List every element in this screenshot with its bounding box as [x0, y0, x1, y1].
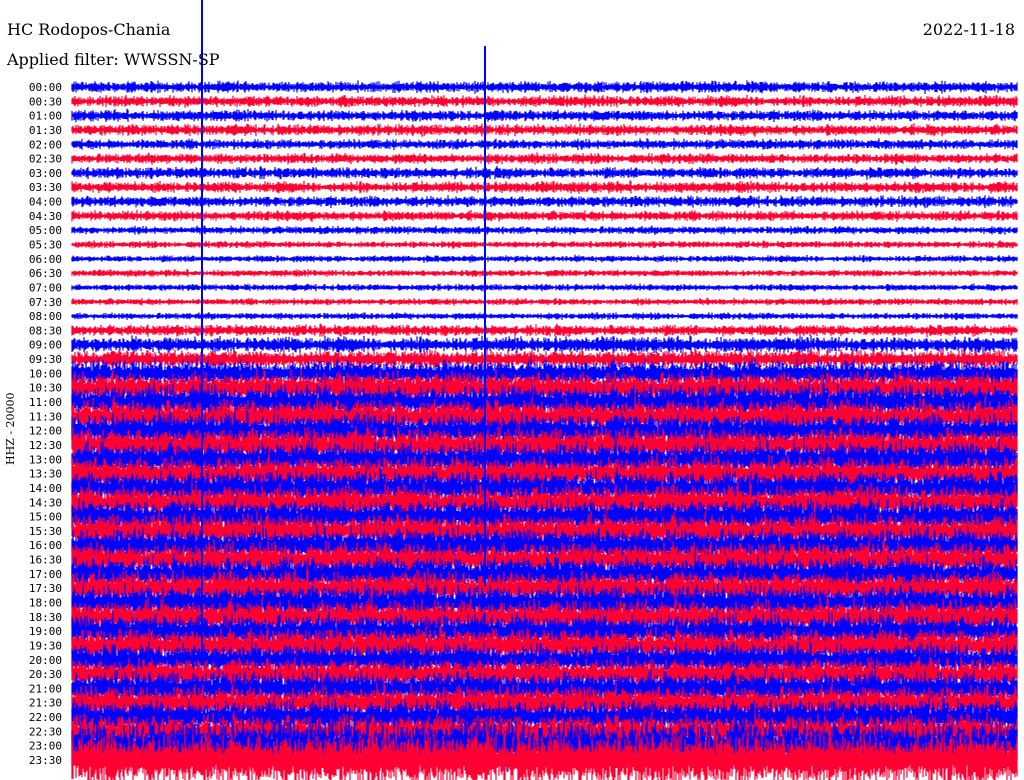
row-label: 08:30	[29, 324, 62, 337]
row-label: 10:00	[29, 367, 62, 380]
trace-0830	[71, 323, 1018, 338]
trace-0600	[71, 254, 1018, 263]
row-label: 17:00	[29, 568, 62, 581]
seismogram-plot: 00:0000:30 01:0001:3002:00 02:3003:0003:30…	[29, 0, 1018, 780]
row-label: 20:00	[29, 654, 62, 667]
trace-0630	[71, 269, 1018, 278]
row-label: 20:30	[29, 668, 62, 681]
row-label: 01:00	[29, 110, 62, 123]
row-label: 10:30	[29, 382, 62, 395]
date-label: 2022-11-18	[922, 20, 1015, 39]
row-label: 21:30	[29, 697, 62, 710]
row-label: 14:30	[29, 496, 62, 509]
row-label: 13:00	[29, 453, 62, 466]
row-label: 13:30	[29, 468, 62, 481]
row-label: 00:00	[29, 81, 62, 94]
row-label: 23:00	[29, 740, 62, 753]
y-axis-label: HHZ - 20000	[4, 392, 17, 465]
trace-0700	[71, 283, 1018, 292]
row-label: 06:30	[29, 267, 62, 280]
trace-0500	[71, 225, 1018, 235]
trace-0100	[71, 108, 1018, 123]
row-label: 06:00	[29, 253, 62, 266]
row-label: 16:30	[29, 554, 62, 567]
trace-0300	[71, 166, 1018, 180]
row-label: 15:30	[29, 525, 62, 538]
row-label: 16:00	[29, 539, 62, 552]
row-label: 22:30	[29, 725, 62, 738]
row-label: 11:00	[29, 396, 62, 409]
station-title: HC Rodopos-Chania	[7, 20, 171, 39]
row-label: 18:30	[29, 611, 62, 624]
row-label: 14:00	[29, 482, 62, 495]
row-label: 02:00	[29, 138, 62, 151]
row-label: 19:00	[29, 625, 62, 638]
row-label: 03:00	[29, 167, 62, 180]
trace-0130	[71, 123, 1018, 137]
row-label: 23:30	[29, 754, 62, 767]
row-label: 21:00	[29, 682, 62, 695]
row-label: 11:30	[29, 410, 62, 423]
trace-0430	[71, 209, 1018, 222]
row-label: 07:30	[29, 296, 62, 309]
trace-0230	[71, 152, 1018, 165]
trace-0730	[71, 297, 1018, 306]
trace-0000	[71, 80, 1018, 94]
row-label: 01:30	[29, 124, 62, 137]
trace-0200	[71, 138, 1018, 151]
row-label: 09:00	[29, 339, 62, 352]
trace-0330	[71, 180, 1018, 194]
row-label: 05:00	[29, 224, 62, 237]
row-label: 00:30	[29, 95, 62, 108]
row-label: 04:00	[29, 196, 62, 209]
trace-0530	[71, 240, 1018, 249]
row-label: 05:30	[29, 239, 62, 252]
helicorder-chart: 00:00 00:30 01:00 01:30 02:00 02:30 03:00 03:30…	[0, 0, 1024, 780]
trace-0900	[71, 335, 1018, 354]
trace-0400	[71, 195, 1018, 209]
row-label: 09:30	[29, 353, 62, 366]
row-label: 12:30	[29, 439, 62, 452]
row-label: 08:00	[29, 310, 62, 323]
row-label: 02:30	[29, 153, 62, 166]
row-label: 19:30	[29, 639, 62, 652]
row-label: 17:30	[29, 582, 62, 595]
trace-0030	[71, 94, 1018, 108]
row-label: 04:30	[29, 210, 62, 223]
row-label: 18:00	[29, 596, 62, 609]
row-label: 03:30	[29, 181, 62, 194]
row-label: 07:00	[29, 281, 62, 294]
row-label: 22:00	[29, 711, 62, 724]
filter-label: Applied filter: WWSSN-SP	[7, 50, 220, 69]
trace-0800	[71, 312, 1018, 321]
row-label: 15:00	[29, 511, 62, 524]
row-label: 12:00	[29, 425, 62, 438]
